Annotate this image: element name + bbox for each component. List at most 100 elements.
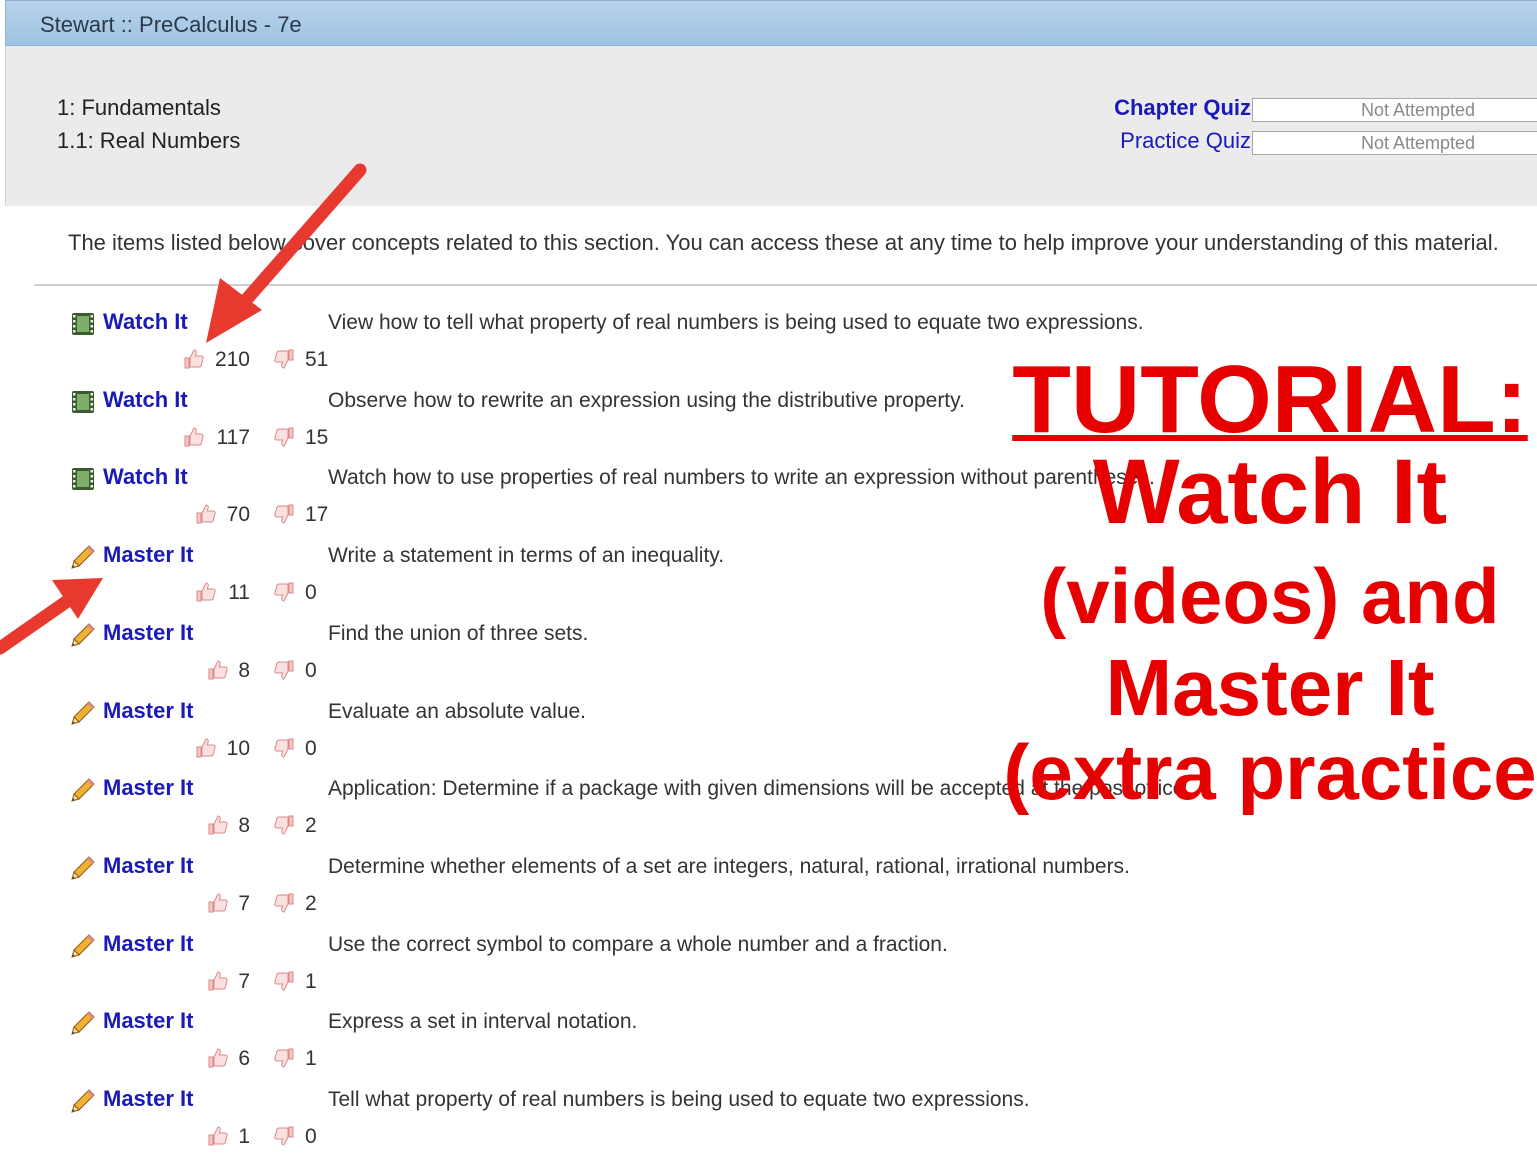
thumbs-up-icon[interactable] [206, 1124, 230, 1148]
master-it-link[interactable]: Master It [103, 542, 193, 568]
thumbs-down-icon[interactable] [272, 580, 296, 604]
master-it-link[interactable]: Master It [103, 1086, 193, 1112]
likes-count: 70 [226, 503, 250, 527]
app-titlebar: Stewart :: PreCalculus - 7e [5, 0, 1537, 46]
pencil-icon [70, 1088, 96, 1114]
dislikes-count: 15 [305, 425, 329, 449]
rating-votes: 80 [0, 658, 1537, 684]
item-description: Write a statement in terms of an inequal… [328, 544, 725, 568]
likes-count: 10 [226, 736, 250, 760]
item-description: View how to tell what property of real n… [328, 311, 1144, 334]
section-header-panel: 1: Fundamentals 1.1: Real Numbers Chapte… [5, 46, 1537, 206]
thumbs-up-icon[interactable] [206, 813, 230, 837]
item-description: Application: Determine if a package with… [328, 777, 1191, 801]
likes-count: 6 [238, 1047, 250, 1071]
resource-row: Master It Write a statement in terms of a… [0, 540, 1537, 618]
dislikes-count: 1 [305, 969, 317, 993]
pencil-icon [70, 933, 96, 959]
rating-votes: 70 17 [0, 502, 1537, 528]
item-description: Determine whether elements of a set are … [328, 854, 1130, 878]
thumbs-down-icon[interactable] [272, 1124, 296, 1148]
practice-quiz-status: Not Attempted [1252, 131, 1537, 155]
item-description: Tell what property of real numbers is be… [328, 1088, 1030, 1111]
dislikes-count: 2 [305, 891, 317, 915]
dislikes-count: 0 [305, 658, 317, 682]
master-it-link[interactable]: Master It [103, 620, 193, 646]
film-icon [70, 466, 96, 492]
thumbs-up-icon[interactable] [194, 580, 218, 604]
thumbs-down-icon[interactable] [272, 347, 296, 371]
thumbs-down-icon[interactable] [272, 425, 296, 449]
thumbs-down-icon[interactable] [272, 1046, 296, 1070]
likes-count: 8 [238, 658, 250, 682]
watch-it-link[interactable]: Watch It [103, 387, 188, 413]
master-it-link[interactable]: Master It [103, 1008, 193, 1034]
master-it-link[interactable]: Master It [103, 853, 193, 879]
pencil-icon [70, 777, 96, 803]
rating-votes: 72 [0, 891, 1537, 917]
item-description: Observe how to rewrite an expression usi… [328, 388, 965, 412]
item-description: Express a set in interval notation. [328, 1010, 638, 1034]
film-icon [70, 311, 96, 337]
pencil-icon [70, 622, 96, 648]
rating-votes: 11 0 [0, 580, 1537, 606]
thumbs-up-icon[interactable] [206, 891, 230, 915]
watch-it-link[interactable]: Watch It [103, 464, 188, 490]
thumbs-up-icon[interactable] [194, 502, 218, 526]
pencil-icon [70, 544, 96, 570]
item-description: Find the union of three sets. [328, 621, 589, 645]
dislikes-count: 51 [305, 348, 329, 371]
resource-row: Master It Tell what property of real numb… [0, 1084, 1537, 1162]
thumbs-down-icon[interactable] [272, 658, 296, 682]
thumbs-up-icon[interactable] [194, 736, 218, 760]
likes-count: 8 [238, 814, 250, 838]
resource-row: Watch It Watch how to use properties of r… [0, 462, 1537, 540]
rating-votes: 117 15 [0, 425, 1537, 451]
dislikes-count: 0 [305, 736, 317, 760]
master-it-link[interactable]: Master It [103, 775, 193, 801]
resource-row: Master It Express a set in interval notat… [0, 1006, 1537, 1084]
master-it-link[interactable]: Master It [103, 931, 193, 957]
thumbs-up-icon[interactable] [206, 969, 230, 993]
film-icon [70, 389, 96, 415]
item-description: Use the correct symbol to compare a whol… [328, 932, 948, 956]
resource-row: Master It Application: Determine if a pac… [0, 773, 1537, 851]
item-description: Evaluate an absolute value. [328, 699, 587, 723]
section-label: 1.1: Real Numbers [57, 128, 241, 153]
thumbs-down-icon[interactable] [272, 891, 296, 915]
chapter-label: 1: Fundamentals [57, 95, 221, 120]
dislikes-count: 1 [305, 1047, 317, 1071]
dislikes-count: 17 [305, 503, 329, 527]
pencil-icon [70, 855, 96, 881]
rating-votes: 71 [0, 969, 1537, 995]
rating-votes: 10 0 [0, 736, 1537, 762]
item-description: Watch how to use properties of real numb… [328, 466, 1155, 490]
likes-count: 210 [214, 348, 250, 371]
likes-count: 7 [238, 969, 250, 993]
rating-votes: 10 [0, 1124, 1537, 1150]
thumbs-up-icon[interactable] [182, 425, 206, 449]
likes-count: 1 [238, 1125, 250, 1148]
thumbs-down-icon[interactable] [272, 813, 296, 837]
resource-row: Master It Use the correct symbol to compa… [0, 929, 1537, 1007]
watch-it-link[interactable]: Watch It [103, 309, 188, 335]
dislikes-count: 0 [305, 581, 317, 605]
thumbs-down-icon[interactable] [272, 969, 296, 993]
thumbs-up-icon[interactable] [206, 658, 230, 682]
likes-count: 117 [216, 425, 250, 449]
resource-row: Master It Find the union of three sets. 8 0 [0, 618, 1537, 696]
rating-votes: 82 [0, 813, 1537, 839]
resource-row: Watch It Observe how to rewrite an expres… [0, 385, 1537, 463]
chapter-quiz-link[interactable]: Chapter Quiz [1051, 95, 1251, 121]
resource-row: Master It Determine whether elements of a… [0, 851, 1537, 929]
pencil-icon [70, 700, 96, 726]
thumbs-up-icon[interactable] [182, 347, 206, 371]
chapter-quiz-status: Not Attempted [1252, 98, 1537, 122]
thumbs-down-icon[interactable] [272, 736, 296, 760]
thumbs-up-icon[interactable] [206, 1046, 230, 1070]
master-it-link[interactable]: Master It [103, 698, 193, 724]
practice-quiz-link[interactable]: Practice Quiz [1051, 128, 1251, 154]
pencil-icon [70, 1010, 96, 1036]
thumbs-down-icon[interactable] [272, 502, 296, 526]
intro-text: The items listed below cover concepts re… [68, 230, 1499, 255]
